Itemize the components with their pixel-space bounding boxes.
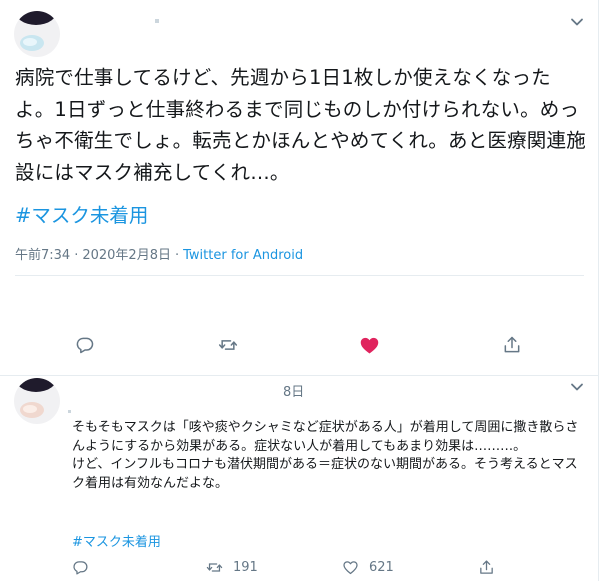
heart-filled-icon: [360, 337, 378, 354]
like-button[interactable]: [358, 334, 380, 356]
redacted-name: [155, 19, 159, 23]
chevron-down-icon[interactable]: [569, 379, 585, 395]
reply-button[interactable]: [72, 558, 99, 576]
retweet-icon: [218, 340, 238, 350]
redacted-name: [68, 410, 71, 413]
hashtag-link[interactable]: #マスク未着用: [15, 199, 148, 228]
like-button[interactable]: 621: [342, 558, 394, 576]
share-button[interactable]: [478, 558, 505, 576]
like-count: 621: [369, 559, 394, 575]
meta-separator: ·: [174, 248, 180, 263]
reply-icon: [76, 337, 94, 354]
reply-text: そもそもマスクは「咳や痰やクシャミなど症状がある人」が着用して周囲に撒き散らさん…: [72, 420, 579, 491]
divider: [15, 275, 584, 276]
main-tweet: 病院で仕事してるけど、先週から1日1枚しか使えなくなったよ。1日ずっと仕事終わる…: [0, 0, 599, 375]
heart-icon: [343, 560, 358, 574]
hashtag-link[interactable]: #マスク未着用: [72, 531, 161, 550]
share-icon: [504, 336, 520, 353]
retweet-icon: [206, 562, 223, 572]
chevron-down-icon[interactable]: [569, 14, 585, 30]
share-icon: [480, 559, 493, 574]
meta-separator: ·: [74, 248, 79, 263]
tweet-text: 病院で仕事してるけど、先週から1日1枚しか使えなくなったよ。1日ずっと仕事終わる…: [15, 66, 586, 184]
tweet-date[interactable]: 2020年2月8日: [82, 248, 171, 263]
avatar[interactable]: [14, 378, 60, 424]
tweet-meta: 午前7:34 · 2020年2月8日 · Twitter for Android: [15, 244, 303, 263]
reply-button[interactable]: [74, 334, 96, 356]
tweet-time[interactable]: 午前7:34: [15, 248, 70, 263]
tweet-source[interactable]: Twitter for Android: [183, 248, 303, 263]
share-button[interactable]: [501, 334, 523, 356]
reply-date[interactable]: 8日: [283, 381, 304, 400]
reply-icon: [73, 560, 88, 575]
retweet-button[interactable]: 191: [206, 558, 258, 576]
avatar[interactable]: [14, 11, 60, 57]
retweet-button[interactable]: [217, 334, 239, 356]
retweet-count: 191: [233, 559, 258, 575]
